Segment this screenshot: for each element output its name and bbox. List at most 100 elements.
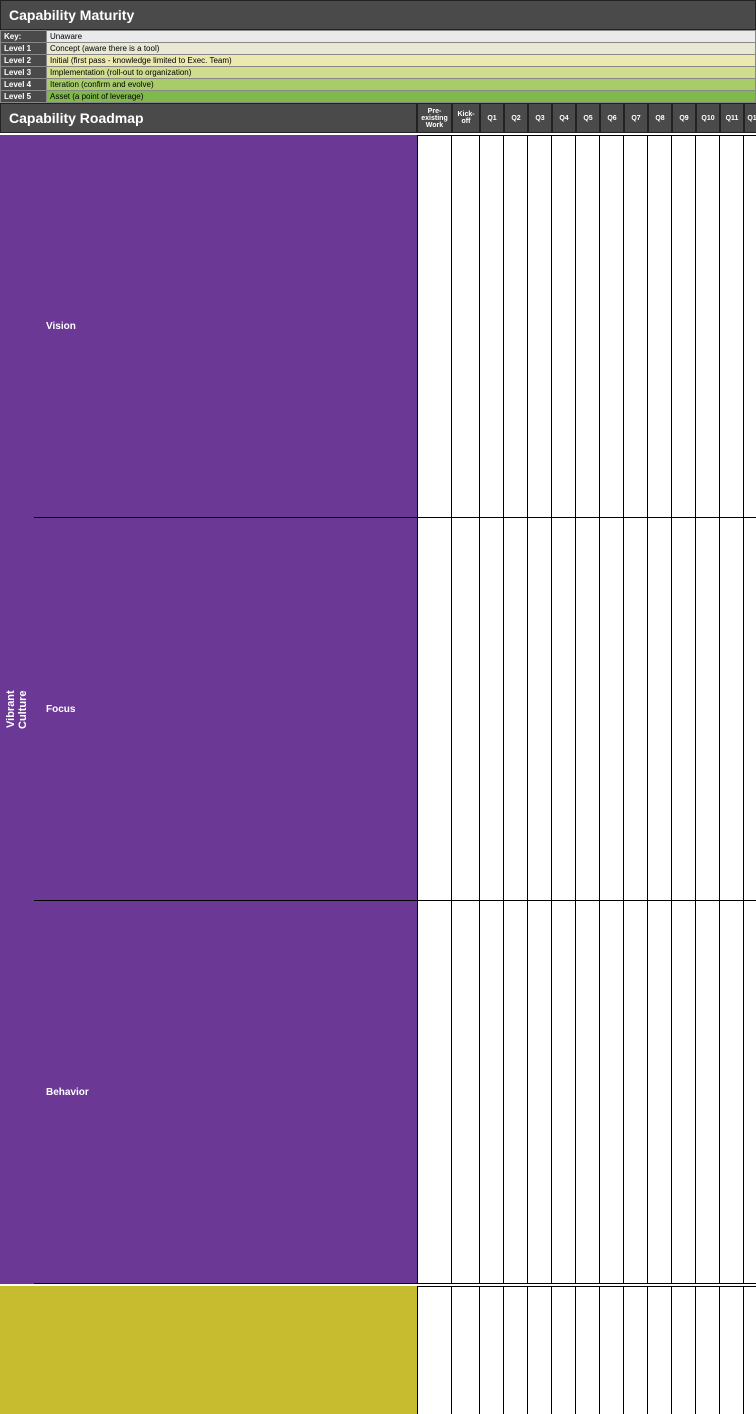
grid-cell[interactable] bbox=[576, 518, 600, 901]
grid-row bbox=[417, 901, 756, 1284]
grid-cell[interactable] bbox=[452, 135, 480, 518]
key-level-desc: Initial (first pass - knowledge limited … bbox=[47, 55, 756, 67]
col-q4: Q4 bbox=[552, 103, 576, 133]
roadmap-title: Capability Roadmap bbox=[0, 103, 417, 133]
key-level-label: Level 2 bbox=[1, 55, 47, 67]
category-body: StructureTalentDevelopment bbox=[34, 1286, 417, 1414]
grid-cell[interactable] bbox=[624, 1286, 648, 1414]
grid-cell[interactable] bbox=[720, 901, 744, 1284]
col-q1: Q1 bbox=[480, 103, 504, 133]
key-level-label: Level 3 bbox=[1, 67, 47, 79]
grid-cell[interactable] bbox=[576, 901, 600, 1284]
grid-cell[interactable] bbox=[648, 518, 672, 901]
grid-cell[interactable] bbox=[417, 1286, 452, 1414]
category-sidebar: Disciplined Team bbox=[0, 1286, 34, 1414]
category-sidebar: Vibrant Culture bbox=[0, 135, 34, 1284]
grid-cell[interactable] bbox=[480, 1286, 504, 1414]
grid-cell[interactable] bbox=[672, 518, 696, 901]
col-q12+: Q12+ bbox=[744, 103, 756, 133]
grid-cell[interactable] bbox=[452, 518, 480, 901]
col-q11: Q11 bbox=[720, 103, 744, 133]
col-q10: Q10 bbox=[696, 103, 720, 133]
grid-cell[interactable] bbox=[417, 518, 452, 901]
grid-cell[interactable] bbox=[624, 135, 648, 518]
key-level-desc: Concept (aware there is a tool) bbox=[47, 43, 756, 55]
grid-cell[interactable] bbox=[417, 901, 452, 1284]
key-level-desc: Iteration (confirm and evolve) bbox=[47, 79, 756, 91]
key-level-desc: Implementation (roll-out to organization… bbox=[47, 67, 756, 79]
category-grid bbox=[417, 135, 756, 1284]
grid-cell[interactable] bbox=[528, 901, 552, 1284]
capability-label: Focus bbox=[34, 518, 417, 901]
key-level-desc: Unaware bbox=[47, 31, 756, 43]
grid-cell[interactable] bbox=[696, 135, 720, 518]
capability-label: Vision bbox=[34, 135, 417, 518]
grid-cell[interactable] bbox=[600, 901, 624, 1284]
grid-cell[interactable] bbox=[480, 901, 504, 1284]
col-q8: Q8 bbox=[648, 103, 672, 133]
col-pre-existing: Pre- existing Work bbox=[417, 103, 452, 133]
grid-cell[interactable] bbox=[600, 518, 624, 901]
category-body: VisionFocusBehavior bbox=[34, 135, 417, 1284]
grid-cell[interactable] bbox=[600, 135, 624, 518]
category-block: Disciplined TeamStructureTalentDevelopme… bbox=[0, 1286, 756, 1414]
grid-cell[interactable] bbox=[720, 1286, 744, 1414]
grid-cell[interactable] bbox=[744, 518, 756, 901]
col-q2: Q2 bbox=[504, 103, 528, 133]
timeline-header: Pre- existing WorkKick-offQ1Q2Q3Q4Q5Q6Q7… bbox=[417, 103, 756, 133]
key-level-label: Level 4 bbox=[1, 79, 47, 91]
grid-cell[interactable] bbox=[624, 901, 648, 1284]
grid-cell[interactable] bbox=[672, 901, 696, 1284]
grid-row bbox=[417, 518, 756, 901]
capability-label: Behavior bbox=[34, 901, 417, 1284]
grid-cell[interactable] bbox=[480, 135, 504, 518]
grid-cell[interactable] bbox=[576, 135, 600, 518]
roadmap-body: Vibrant CultureVisionFocusBehaviorDiscip… bbox=[0, 135, 756, 1414]
grid-cell[interactable] bbox=[696, 901, 720, 1284]
grid-cell[interactable] bbox=[672, 135, 696, 518]
grid-cell[interactable] bbox=[744, 135, 756, 518]
col-q6: Q6 bbox=[600, 103, 624, 133]
grid-cell[interactable] bbox=[648, 1286, 672, 1414]
roadmap-header: Capability Roadmap Pre- existing WorkKic… bbox=[0, 103, 756, 133]
col-q7: Q7 bbox=[624, 103, 648, 133]
grid-cell[interactable] bbox=[552, 135, 576, 518]
grid-cell[interactable] bbox=[624, 518, 648, 901]
grid-cell[interactable] bbox=[504, 518, 528, 901]
grid-cell[interactable] bbox=[720, 518, 744, 901]
grid-cell[interactable] bbox=[552, 901, 576, 1284]
grid-cell[interactable] bbox=[552, 1286, 576, 1414]
grid-cell[interactable] bbox=[696, 518, 720, 901]
grid-cell[interactable] bbox=[696, 1286, 720, 1414]
grid-cell[interactable] bbox=[417, 135, 452, 518]
key-level-label: Level 5 bbox=[1, 91, 47, 103]
grid-cell[interactable] bbox=[720, 135, 744, 518]
grid-cell[interactable] bbox=[744, 901, 756, 1284]
grid-cell[interactable] bbox=[744, 1286, 756, 1414]
grid-cell[interactable] bbox=[552, 518, 576, 901]
col-q3: Q3 bbox=[528, 103, 552, 133]
grid-cell[interactable] bbox=[504, 1286, 528, 1414]
grid-cell[interactable] bbox=[672, 1286, 696, 1414]
key-level-label: Level 1 bbox=[1, 43, 47, 55]
capability-label: Structure bbox=[34, 1286, 417, 1414]
grid-cell[interactable] bbox=[648, 135, 672, 518]
grid-cell[interactable] bbox=[648, 901, 672, 1284]
grid-cell[interactable] bbox=[504, 901, 528, 1284]
grid-cell[interactable] bbox=[528, 135, 552, 518]
grid-cell[interactable] bbox=[504, 135, 528, 518]
grid-cell[interactable] bbox=[452, 1286, 480, 1414]
maturity-key-table: Key:UnawareLevel 1Concept (aware there i… bbox=[0, 30, 756, 103]
col-q5: Q5 bbox=[576, 103, 600, 133]
key-level-label: Key: bbox=[1, 31, 47, 43]
grid-cell[interactable] bbox=[452, 901, 480, 1284]
grid-row bbox=[417, 1286, 756, 1414]
key-level-desc: Asset (a point of leverage) bbox=[47, 91, 756, 103]
grid-cell[interactable] bbox=[600, 1286, 624, 1414]
grid-cell[interactable] bbox=[480, 518, 504, 901]
category-grid bbox=[417, 1286, 756, 1414]
grid-row bbox=[417, 135, 756, 518]
grid-cell[interactable] bbox=[528, 1286, 552, 1414]
grid-cell[interactable] bbox=[528, 518, 552, 901]
grid-cell[interactable] bbox=[576, 1286, 600, 1414]
